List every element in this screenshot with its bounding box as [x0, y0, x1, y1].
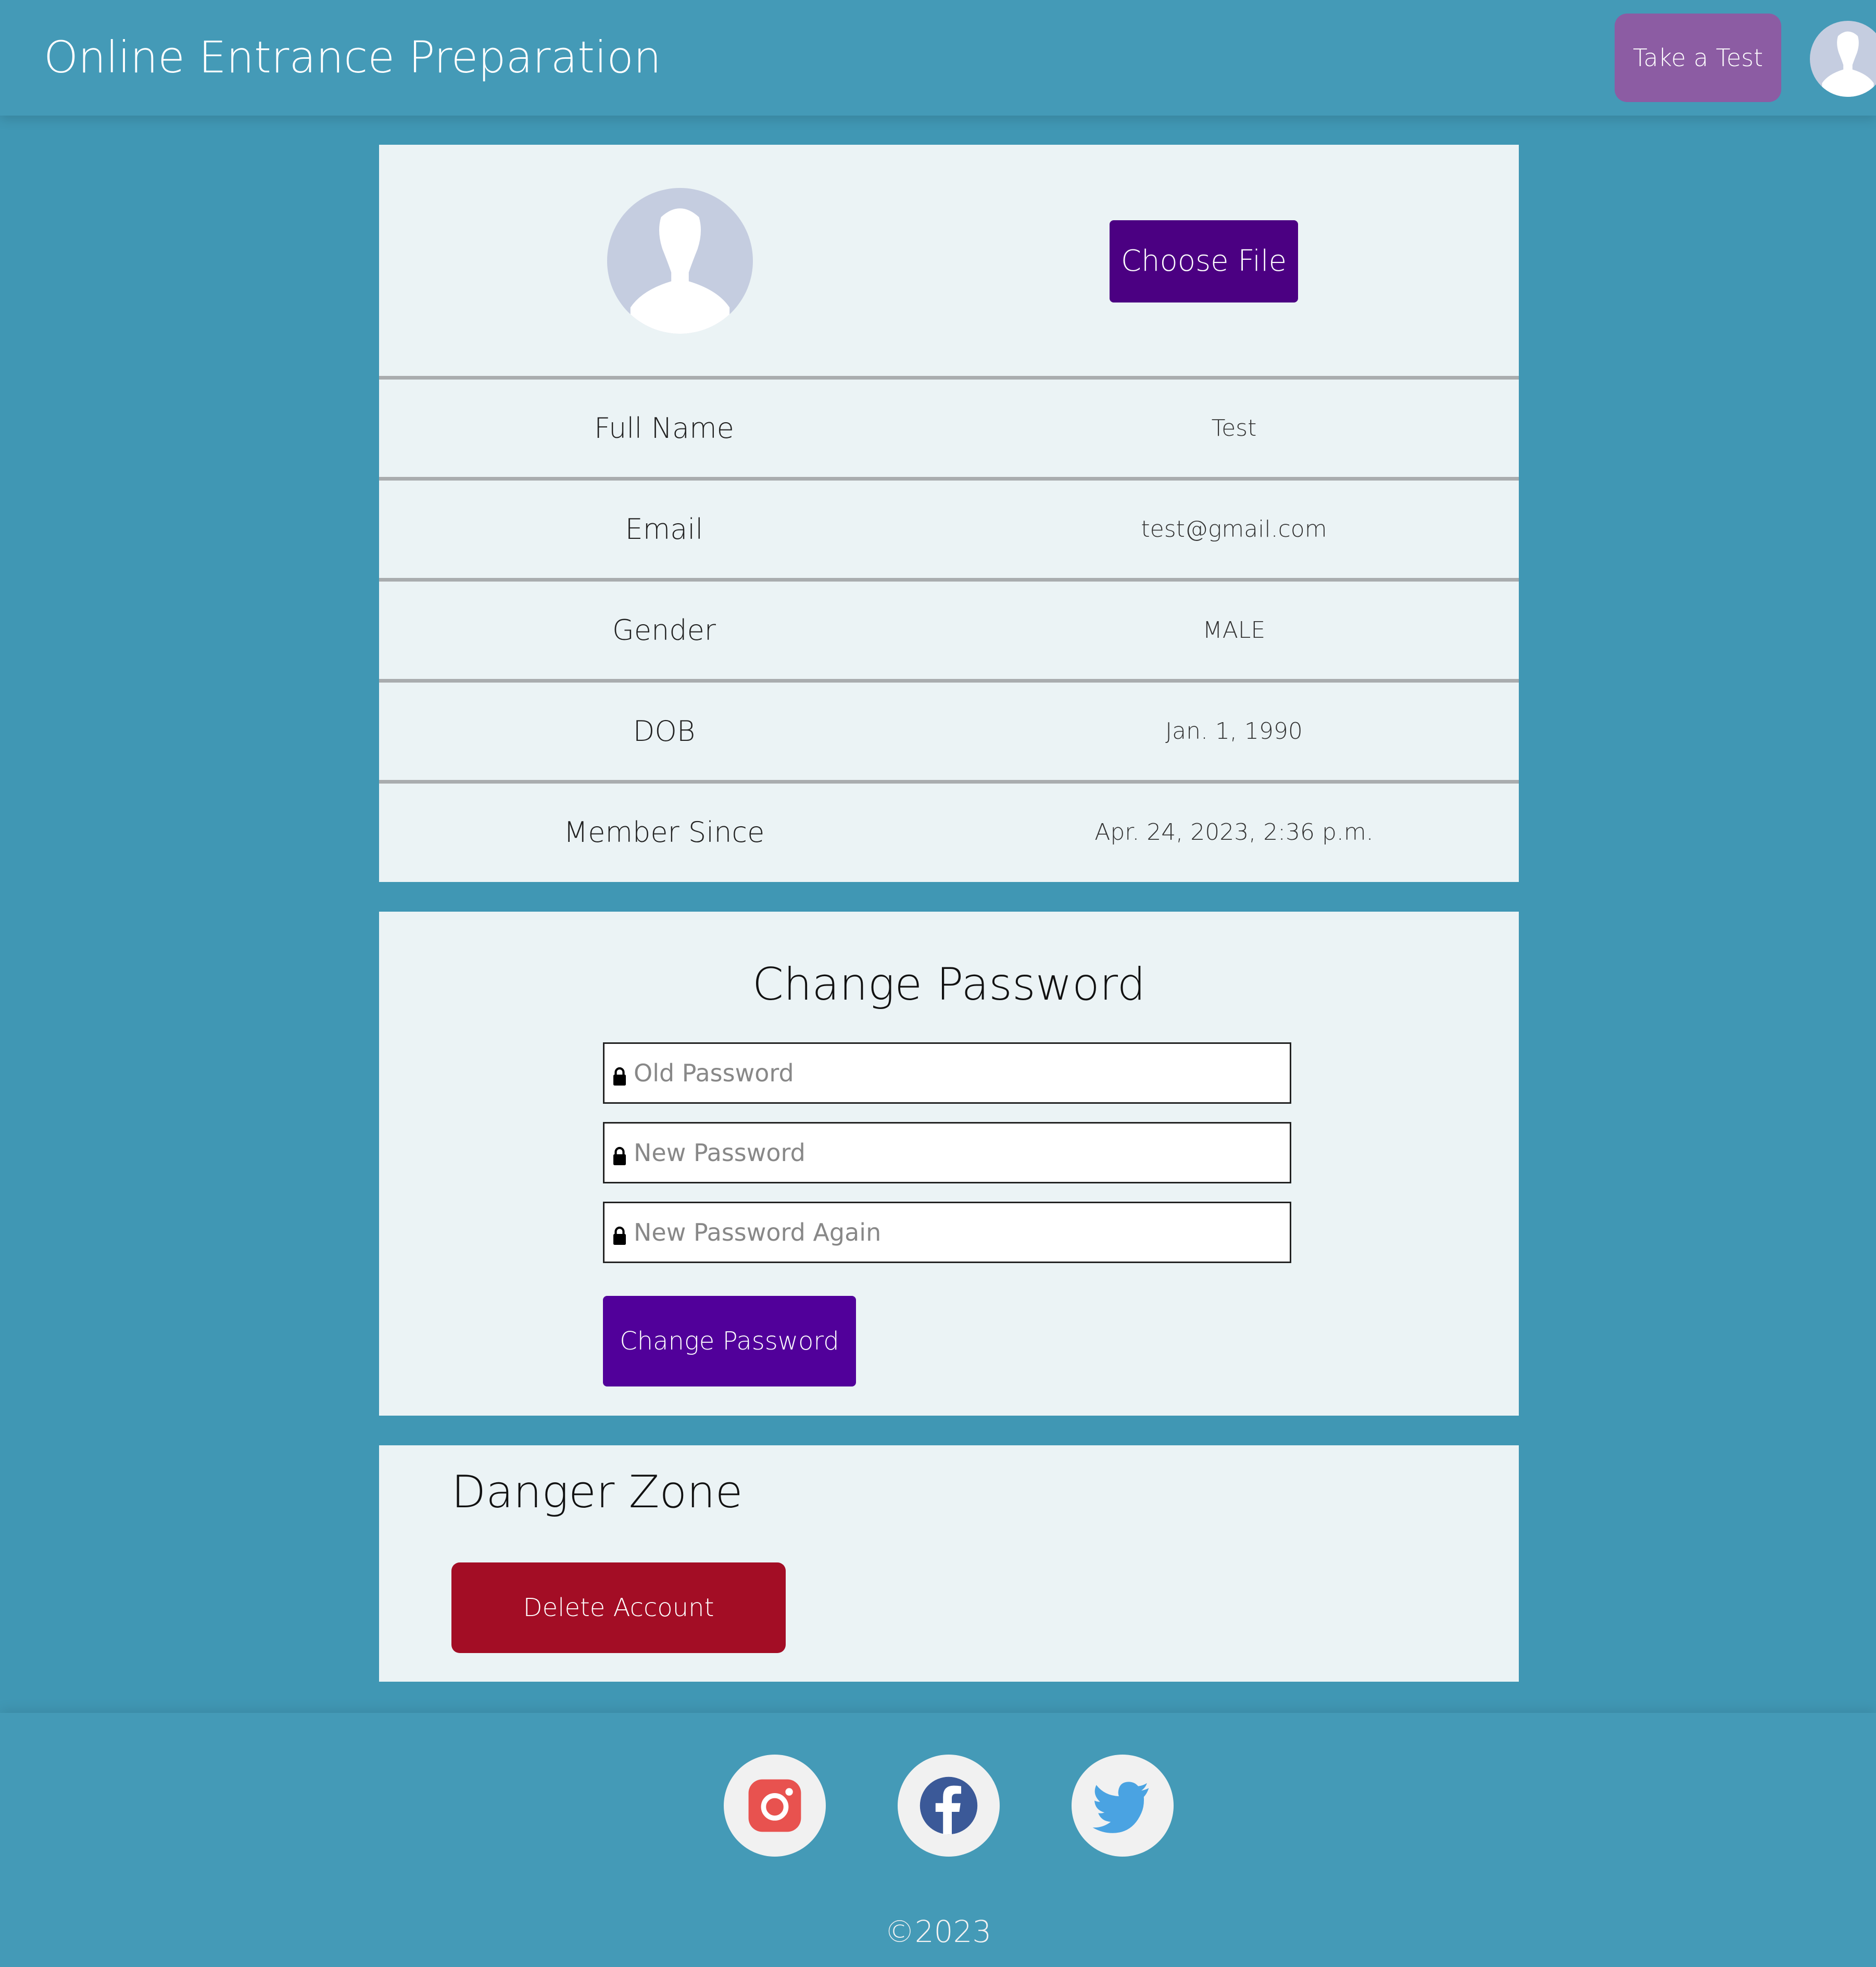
- new-password-field[interactable]: [603, 1122, 1291, 1183]
- profile-card: Choose File Full Name Test Email test@gm…: [379, 145, 1519, 882]
- info-row-full-name: Full Name Test: [379, 380, 1519, 477]
- info-value: test@gmail.com: [1141, 516, 1327, 543]
- new-password-input[interactable]: [634, 1124, 1285, 1182]
- info-value: Test: [1211, 415, 1257, 442]
- top-navbar: Online Entrance Preparation Take a Test: [0, 0, 1876, 116]
- info-row-member-since: Member Since Apr. 24, 2023, 2:36 p.m.: [379, 784, 1519, 881]
- instagram-icon: [748, 1779, 801, 1832]
- danger-zone-title: Danger Zone: [451, 1466, 743, 1518]
- site-title[interactable]: Online Entrance Preparation: [44, 29, 661, 86]
- take-a-test-button[interactable]: Take a Test: [1615, 14, 1781, 102]
- change-password-button[interactable]: Change Password: [603, 1296, 856, 1386]
- change-password-title: Change Password: [752, 959, 1146, 1011]
- divider: [379, 477, 1519, 481]
- lock-icon: [613, 1226, 626, 1245]
- lock-icon: [613, 1146, 626, 1165]
- choose-file-button[interactable]: Choose File: [1110, 220, 1298, 302]
- info-value: MALE: [1202, 617, 1266, 644]
- facebook-icon: [920, 1776, 978, 1835]
- footer: ©2023: [0, 1713, 1876, 1967]
- info-label: Member Since: [563, 816, 765, 849]
- old-password-field[interactable]: [603, 1042, 1291, 1104]
- info-value: Jan. 1, 1990: [1165, 718, 1303, 745]
- profile-avatar-icon: [607, 188, 753, 334]
- copyright-text: ©2023: [884, 1914, 992, 1949]
- profile-photo-section: Choose File: [379, 145, 1519, 376]
- lock-icon: [613, 1067, 626, 1086]
- header-avatar-icon[interactable]: [1810, 21, 1876, 97]
- twitter-icon: [1092, 1782, 1149, 1833]
- info-label: Gender: [612, 614, 716, 647]
- info-value: Apr. 24, 2023, 2:36 p.m.: [1094, 819, 1374, 846]
- new-password-again-input[interactable]: [634, 1203, 1285, 1262]
- facebook-link[interactable]: [898, 1755, 1000, 1857]
- change-password-card: Change Password Change Password: [379, 912, 1519, 1416]
- old-password-input[interactable]: [634, 1044, 1285, 1102]
- divider: [379, 780, 1519, 784]
- info-row-dob: DOB Jan. 1, 1990: [379, 683, 1519, 780]
- divider: [379, 578, 1519, 582]
- new-password-again-field[interactable]: [603, 1202, 1291, 1263]
- info-label: Full Name: [594, 412, 734, 445]
- divider: [379, 679, 1519, 683]
- info-row-email: Email test@gmail.com: [379, 481, 1519, 578]
- info-row-gender: Gender MALE: [379, 582, 1519, 679]
- info-label: DOB: [633, 715, 696, 748]
- info-label: Email: [625, 513, 703, 546]
- delete-account-button[interactable]: Delete Account: [451, 1562, 786, 1653]
- divider: [379, 376, 1519, 380]
- twitter-link[interactable]: [1072, 1755, 1174, 1857]
- instagram-link[interactable]: [724, 1755, 826, 1857]
- danger-zone-card: Danger Zone Delete Account: [379, 1445, 1519, 1682]
